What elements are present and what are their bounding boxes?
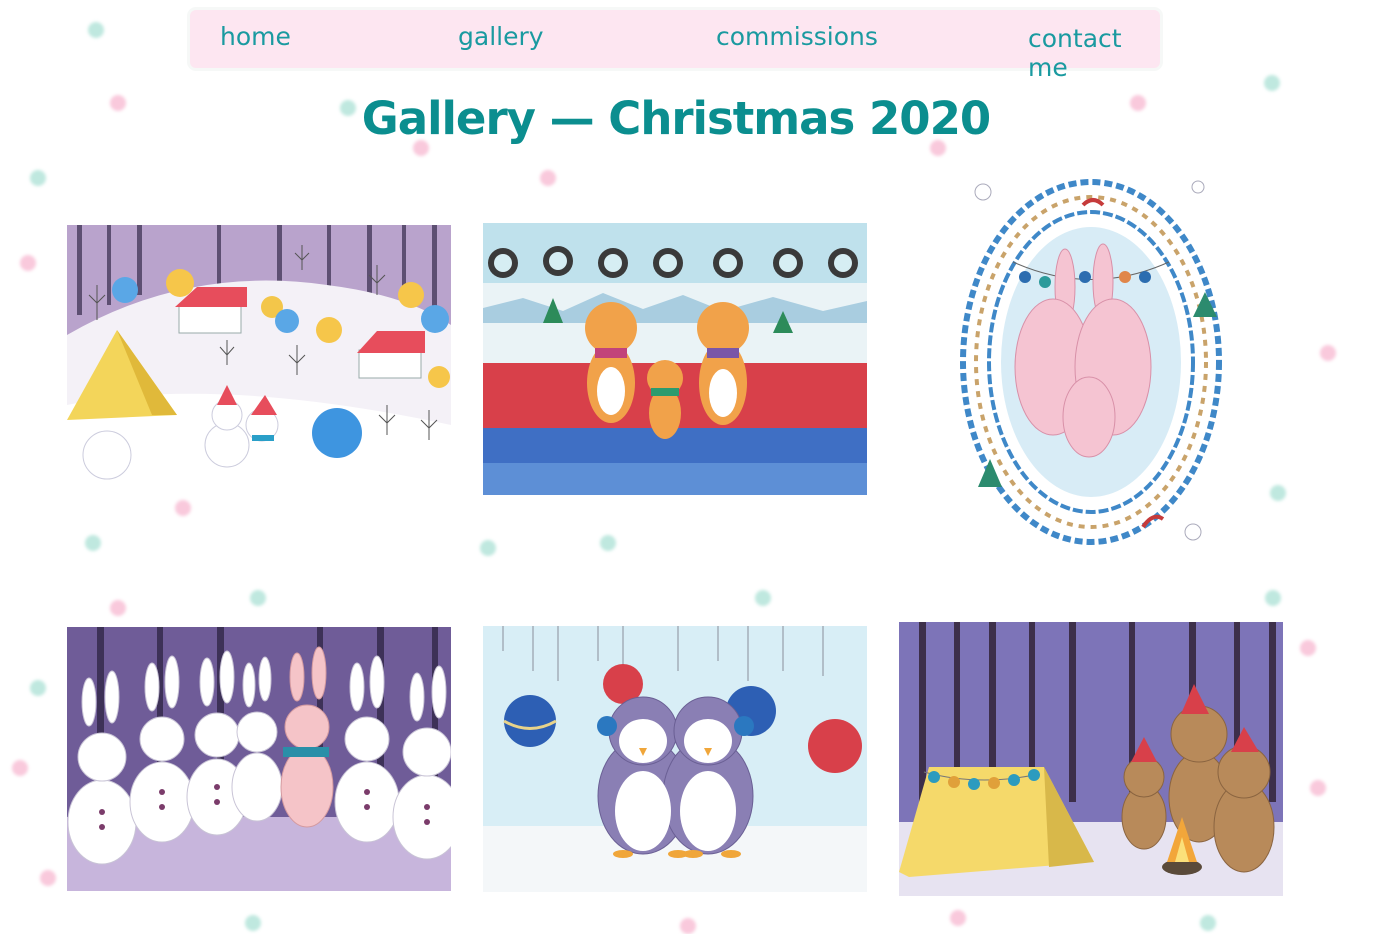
gallery-image-penguin-couple[interactable] [483, 626, 867, 892]
page-title: Gallery — Christmas 2020 [361, 92, 991, 145]
nav-link-home[interactable]: home [220, 22, 291, 51]
nav-link-gallery[interactable]: gallery [458, 22, 544, 51]
top-navigation-bar: home gallery commissions contact me [190, 10, 1160, 82]
gallery-image-tiger-family[interactable] [483, 223, 867, 495]
gallery-image-bunny-wreath[interactable] [953, 167, 1229, 551]
nav-link-contact-me[interactable]: contact me [1028, 24, 1160, 82]
gallery-image-bears-campfire[interactable] [899, 622, 1283, 896]
gallery-image-snow-bunnies[interactable] [67, 627, 451, 891]
nav-link-commissions[interactable]: commissions [716, 22, 878, 51]
gallery-image-winter-village[interactable] [67, 225, 451, 493]
